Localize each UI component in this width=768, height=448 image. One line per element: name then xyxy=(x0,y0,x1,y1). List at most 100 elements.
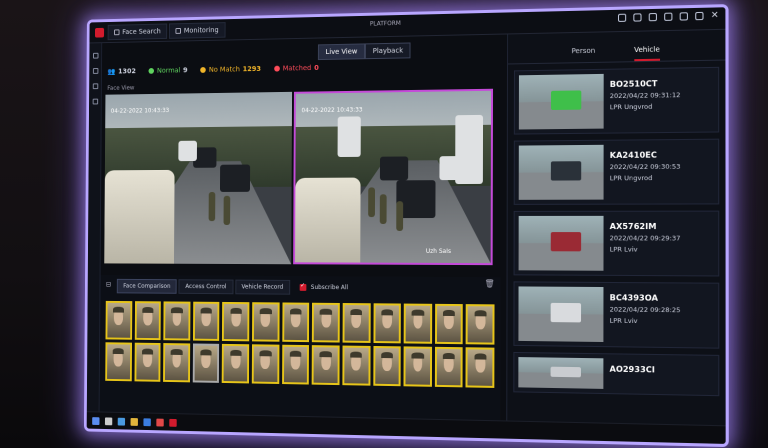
vehicle-card[interactable]: BO2510CT 2022/04/22 09:31:12 LPR Ungvrod xyxy=(513,66,720,135)
face-thumbnail[interactable] xyxy=(342,303,371,343)
nomatch-dot-icon xyxy=(200,67,207,73)
vehicle-shape xyxy=(550,161,582,181)
face-thumbnail[interactable] xyxy=(403,346,432,387)
vehicle-shape xyxy=(550,90,582,110)
face-thumbnail[interactable] xyxy=(222,301,250,342)
total-count: 👥 1302 xyxy=(107,67,136,75)
feed-van xyxy=(295,177,361,263)
camera-feed-2[interactable]: 04-22-2022 10:43:33 Uzh SaIs xyxy=(293,88,494,266)
tab-label: Monitoring xyxy=(183,25,219,35)
matched-label: Matched xyxy=(282,64,312,73)
filter-icon[interactable] xyxy=(92,98,98,105)
vehicle-list: BO2510CT 2022/04/22 09:31:12 LPR Ungvrod… xyxy=(507,61,725,409)
vehicle-shape xyxy=(550,232,582,251)
tab-person[interactable]: Person xyxy=(571,47,595,63)
face-thumbnail[interactable] xyxy=(163,343,191,383)
feed-person xyxy=(395,201,403,232)
start-icon[interactable] xyxy=(92,416,100,425)
edge-icon[interactable] xyxy=(117,417,126,426)
vehicle-snapshot xyxy=(518,357,604,389)
face-thumbnail[interactable] xyxy=(373,303,401,344)
feed-truck xyxy=(454,114,483,184)
vehicle-card[interactable]: AX5762IM 2022/04/22 09:29:37 LPR Lviv xyxy=(513,210,720,277)
tab-monitoring[interactable]: Monitoring xyxy=(169,21,226,39)
feed-car xyxy=(219,164,250,193)
camera-timestamp: 04-22-2022 10:43:33 xyxy=(301,106,363,115)
list-icon[interactable] xyxy=(92,68,98,74)
tab-vehicle-record[interactable]: Vehicle Record xyxy=(234,279,290,295)
tab-face-comparison[interactable]: Face Comparison xyxy=(116,278,178,294)
capture-time: 2022/04/22 09:31:12 xyxy=(609,90,681,101)
capture-time: 2022/04/22 09:30:53 xyxy=(609,162,681,172)
face-thumbnail[interactable] xyxy=(222,343,250,384)
camera-icon[interactable] xyxy=(633,13,642,22)
tab-vehicle[interactable]: Vehicle xyxy=(634,45,660,62)
close-icon[interactable]: ✕ xyxy=(711,10,719,20)
tab-face-search[interactable]: Face Search xyxy=(107,23,168,40)
playback-button[interactable]: Playback xyxy=(365,42,411,60)
vehicle-snapshot xyxy=(518,73,604,130)
face-capture-grid xyxy=(100,297,501,392)
vehicle-card[interactable]: BC4393OA 2022/04/22 09:28:25 LPR Lviv xyxy=(513,281,720,349)
face-thumbnail[interactable] xyxy=(192,343,220,383)
face-thumbnail[interactable] xyxy=(281,344,310,385)
grid-icon[interactable] xyxy=(679,12,688,21)
face-thumbnail[interactable] xyxy=(311,345,340,386)
store-icon[interactable] xyxy=(143,417,151,426)
face-thumbnail[interactable] xyxy=(134,301,162,341)
face-thumbnail[interactable] xyxy=(434,346,464,388)
window-controls: ✕ xyxy=(617,10,719,22)
face-thumbnail[interactable] xyxy=(282,302,310,343)
face-thumbnail[interactable] xyxy=(372,345,401,387)
plate-number: AO2933CI xyxy=(609,364,655,375)
vehicle-card[interactable]: AO2933CI xyxy=(513,351,720,397)
face-thumbnail[interactable] xyxy=(434,303,464,345)
plate-number: AX5762IM xyxy=(609,221,657,232)
vehicle-card[interactable]: KA2410EC 2022/04/22 09:30:53 LPR Ungvrod xyxy=(513,138,720,205)
face-thumbnail[interactable] xyxy=(251,344,280,384)
face-thumbnail[interactable] xyxy=(105,342,132,382)
face-thumbnail[interactable] xyxy=(465,304,495,345)
face-thumbnail[interactable] xyxy=(403,303,432,344)
app-icon[interactable] xyxy=(156,418,164,427)
matched-dot-icon xyxy=(274,65,280,72)
face-thumbnail[interactable] xyxy=(134,342,161,382)
monitor-icon[interactable] xyxy=(648,12,657,22)
face-thumbnail[interactable] xyxy=(252,302,280,342)
plate-number: KA2410EC xyxy=(609,150,657,160)
subscribe-checkbox[interactable] xyxy=(299,283,307,291)
feed-truck xyxy=(337,116,362,158)
normal-value: 9 xyxy=(183,66,188,75)
menu-icon[interactable] xyxy=(92,52,99,59)
camera-watermark: Uzh SaIs xyxy=(425,247,452,255)
face-thumbnail[interactable] xyxy=(465,347,495,388)
layout-icon[interactable] xyxy=(695,11,704,21)
live-view-button[interactable]: Live View xyxy=(317,43,366,61)
capture-time: 2022/04/22 09:28:25 xyxy=(609,305,681,315)
folder-icon[interactable] xyxy=(130,417,138,426)
trash-icon[interactable]: 🗑 xyxy=(484,279,494,288)
user-icon[interactable] xyxy=(664,12,673,21)
vehicle-panel: Person Vehicle BO2510CT 2022/04/22 09:31… xyxy=(506,29,726,426)
tab-access-control[interactable]: Access Control xyxy=(178,279,234,295)
face-thumbnail[interactable] xyxy=(163,301,191,341)
app-logo-icon xyxy=(94,27,105,38)
platform-app-icon[interactable] xyxy=(169,418,177,427)
face-thumbnail[interactable] xyxy=(192,301,220,341)
capture-source: LPR Lviv xyxy=(609,245,638,254)
settings-icon[interactable] xyxy=(92,83,98,90)
plate-number: BC4393OA xyxy=(609,293,658,303)
face-thumbnail[interactable] xyxy=(105,300,132,340)
camera-feed-1[interactable]: 04-22-2022 10:43:33 xyxy=(104,91,293,265)
face-thumbnail[interactable] xyxy=(312,302,340,343)
lock-icon[interactable]: ⊟ xyxy=(106,281,111,289)
normal-count: Normal 9 xyxy=(148,66,188,75)
face-thumbnail[interactable] xyxy=(342,345,371,386)
vehicle-info: AX5762IM 2022/04/22 09:29:37 LPR Lviv xyxy=(610,216,681,271)
monitoring-icon xyxy=(175,27,182,34)
search-icon[interactable] xyxy=(104,416,113,425)
view-switch: Live View Playback xyxy=(317,42,411,61)
vehicle-info: KA2410EC 2022/04/22 09:30:53 LPR Ungvrod xyxy=(610,144,681,199)
stats-bar: 👥 1302 Normal 9 No Match 1293 Matched 0 xyxy=(107,64,318,76)
star-icon[interactable] xyxy=(617,13,627,22)
